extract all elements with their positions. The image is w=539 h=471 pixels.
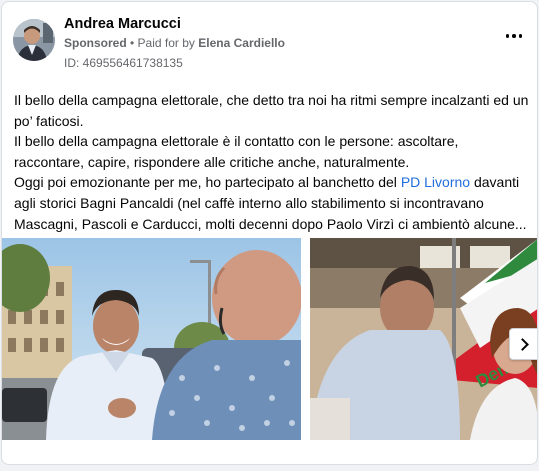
avatar[interactable] — [13, 19, 55, 61]
post-text: Il bello della campagna elettorale, che … — [14, 90, 529, 234]
image-carousel: Democ — [2, 238, 537, 448]
page-tag-link[interactable]: PD Livorno — [401, 174, 470, 190]
paid-for-prefix: Paid for by — [137, 36, 199, 50]
post-header: Andrea Marcucci Sponsored • Paid for by … — [13, 13, 525, 71]
chevron-right-icon — [515, 337, 529, 351]
post-text-segment: Oggi poi emozionante per me, ho partecip… — [14, 174, 401, 191]
page-name[interactable]: Andrea Marcucci — [64, 16, 181, 32]
ad-id: ID: 469556461738135 — [64, 56, 183, 70]
post-paragraph-4: Mascagni, Pascoli e Carducci, molti dece… — [14, 215, 527, 232]
post-paragraph-1: Il bello della campagna elettorale, che … — [14, 92, 529, 129]
carousel-image-2[interactable]: Democ — [310, 238, 537, 440]
more-options-button[interactable] — [503, 29, 525, 43]
sponsored-post-card: Andrea Marcucci Sponsored • Paid for by … — [1, 1, 538, 465]
carousel-image-1[interactable] — [2, 238, 301, 440]
meta-separator: • — [126, 36, 138, 50]
post-paragraph-3: Oggi poi emozionante per me, ho partecip… — [14, 172, 529, 213]
sponsored-label[interactable]: Sponsored — [64, 36, 127, 50]
paid-by-name[interactable]: Elena Cardiello — [198, 36, 285, 50]
more-horizontal-icon-dot — [518, 34, 523, 38]
carousel-next-button[interactable] — [509, 328, 537, 360]
more-horizontal-icon — [505, 34, 510, 38]
more-horizontal-icon-dot — [512, 34, 516, 38]
post-paragraph-2: Il bello della campagna elettorale è il … — [14, 133, 459, 170]
sponsored-meta: Sponsored • Paid for by Elena Cardiello — [64, 36, 285, 50]
